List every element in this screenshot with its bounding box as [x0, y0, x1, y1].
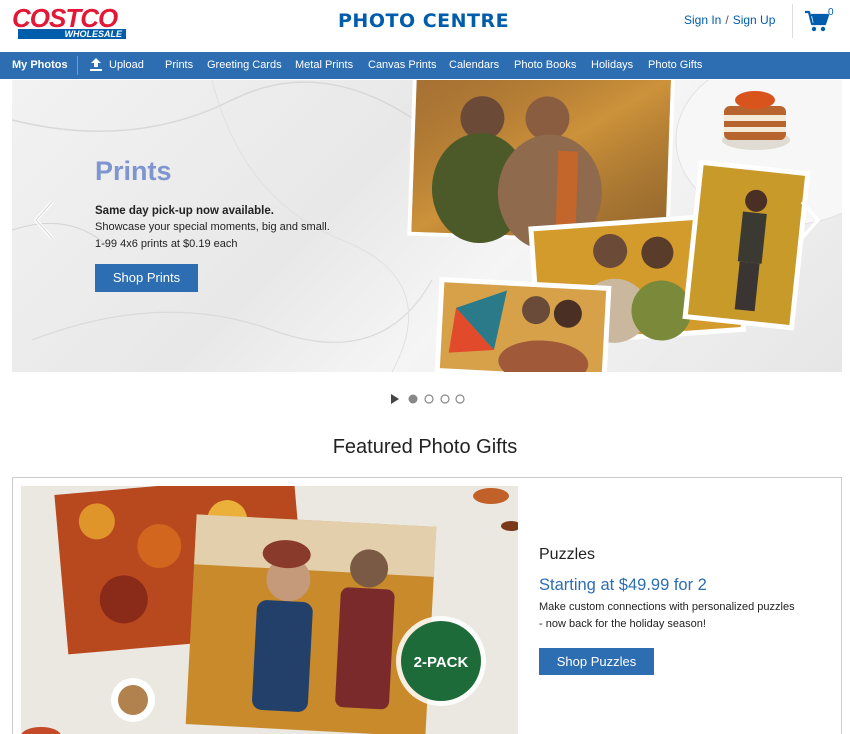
two-pack-badge: 2-PACK [414, 654, 469, 671]
nav-calendars[interactable]: Calendars [449, 52, 499, 79]
carousel-dot-3[interactable] [440, 394, 450, 404]
cart-icon [805, 10, 830, 32]
logo-text: COSTCO [12, 3, 118, 33]
hero-photo-collage [396, 80, 842, 372]
nav-greeting-cards[interactable]: Greeting Cards [207, 52, 282, 79]
nav-prints[interactable]: Prints [165, 52, 193, 79]
product-price: Starting at $49.99 for 2 [539, 576, 707, 594]
carousel-prev-button[interactable] [30, 198, 58, 242]
page-title: PHOTO CENTRE [338, 10, 510, 32]
header-divider [792, 4, 793, 38]
product-desc-line-2: - now back for the holiday season! [539, 618, 706, 630]
sign-in-link[interactable]: Sign In [684, 13, 721, 27]
upload-icon [90, 58, 102, 71]
product-name: Puzzles [539, 546, 596, 563]
nav-holidays[interactable]: Holidays [591, 52, 633, 79]
main-nav: My Photos Upload Prints Greeting Cards M… [0, 52, 850, 79]
carousel-dot-1[interactable] [408, 394, 418, 404]
nav-metal-prints[interactable]: Metal Prints [295, 52, 353, 79]
chevron-right-icon [800, 200, 821, 240]
hero-banner: Prints Same day pick-up now available. S… [12, 80, 842, 372]
carousel-next-button[interactable] [796, 198, 824, 242]
puzzles-image[interactable]: 2-PACK [21, 486, 518, 734]
nav-photo-gifts[interactable]: Photo Gifts [648, 52, 702, 79]
costco-logo[interactable]: COSTCO WHOLESALE [12, 5, 126, 39]
cart-button[interactable]: 0 [804, 7, 838, 37]
featured-gift-card: 2-PACK Puzzles Starting at $49.99 for 2 … [12, 477, 842, 734]
hero-title: Prints [95, 156, 172, 186]
nav-my-photos[interactable]: My Photos [12, 52, 68, 79]
auth-links: Sign In / Sign Up [684, 13, 775, 27]
shop-prints-button[interactable]: Shop Prints [95, 264, 198, 292]
play-icon[interactable] [391, 394, 399, 404]
sign-up-link[interactable]: Sign Up [733, 13, 776, 27]
cart-count: 0 [828, 7, 834, 18]
nav-canvas-prints[interactable]: Canvas Prints [368, 52, 436, 79]
hero-text-line-2: 1-99 4x6 prints at $0.19 each [95, 238, 238, 250]
chevron-left-icon [33, 200, 54, 240]
nav-divider [77, 56, 78, 75]
auth-separator: / [725, 13, 729, 27]
hero-text-line-1: Showcase your special moments, big and s… [95, 221, 330, 233]
carousel-dot-2[interactable] [424, 394, 434, 404]
hero-subtitle: Same day pick-up now available. [95, 205, 274, 217]
section-title: Featured Photo Gifts [332, 436, 518, 458]
site-header: COSTCO WHOLESALE PHOTO CENTRE Sign In / Si… [0, 0, 850, 52]
carousel-dot-4[interactable] [455, 394, 465, 404]
nav-photo-books[interactable]: Photo Books [514, 52, 576, 79]
carousel-indicators [390, 392, 470, 404]
logo-subtext: WHOLESALE [18, 29, 126, 39]
nav-upload-label: Upload [109, 59, 144, 71]
shop-puzzles-button[interactable]: Shop Puzzles [539, 648, 654, 675]
product-desc-line-1: Make custom connections with personalize… [539, 601, 795, 613]
